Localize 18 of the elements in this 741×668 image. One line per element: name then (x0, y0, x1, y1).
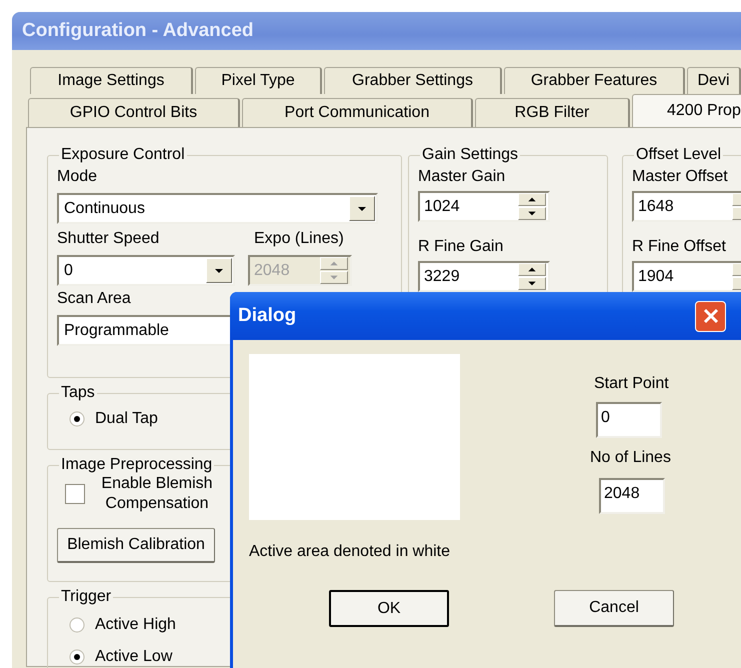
field-label: Master Offset (632, 167, 729, 187)
caption-text: Active area denoted in white (249, 542, 452, 562)
group-title: Taps (60, 384, 96, 402)
field-label: Start Point (594, 374, 669, 394)
group-title: Offset Level (635, 146, 722, 164)
group-title: Image Preprocessing (60, 456, 214, 474)
group-title: Trigger (60, 588, 112, 606)
group-title: Gain Settings (421, 146, 520, 164)
field-label: Shutter Speed (57, 229, 160, 249)
field-label: No of Lines (590, 448, 671, 468)
field-label: Scan Area (57, 289, 132, 309)
field-label: R Fine Offset (632, 237, 727, 257)
field-label: Expo (Lines) (253, 229, 345, 249)
field-label: Mode (57, 167, 98, 187)
field-label: R Fine Gain (418, 237, 504, 257)
field-label: Master Gain (418, 167, 506, 187)
window-title: Configuration - Advanced (22, 20, 254, 42)
group-title: Exposure Control (60, 146, 186, 164)
